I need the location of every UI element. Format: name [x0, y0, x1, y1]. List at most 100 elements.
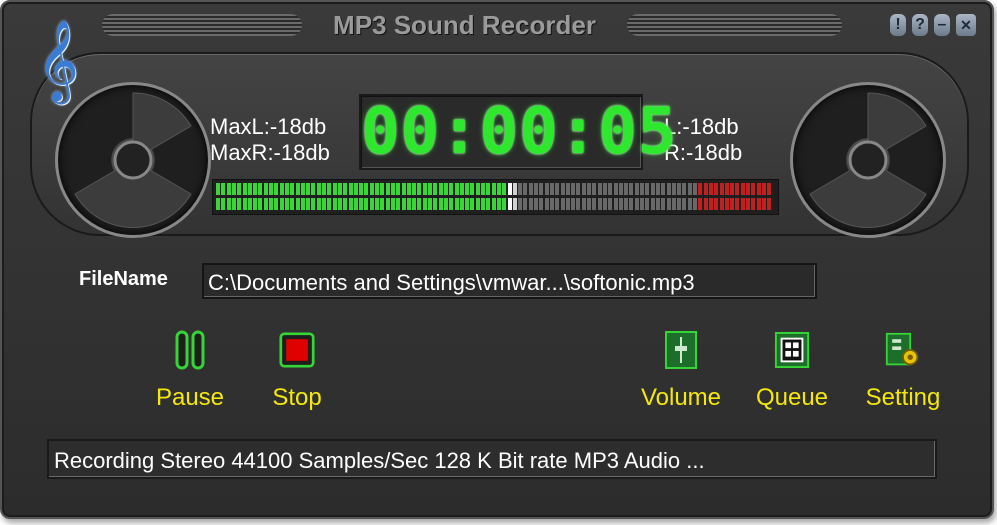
meter-segment [602, 183, 607, 195]
stop-button[interactable]: Stop [242, 330, 352, 412]
meter-segment [671, 183, 676, 195]
meter-segment [650, 198, 655, 210]
meter-segment [486, 183, 491, 195]
meter-segment [491, 198, 496, 210]
meter-segment [740, 183, 745, 195]
meter-segment [502, 198, 507, 210]
meter-segment [247, 183, 252, 195]
meter-segment [507, 198, 512, 210]
meter-segment [666, 183, 671, 195]
meter-segment [565, 183, 570, 195]
title-buttons: ! ? – ✕ [890, 14, 976, 36]
meter-segment [592, 198, 597, 210]
meter-segment [459, 198, 464, 210]
meter-segment [258, 198, 263, 210]
meter-segment [592, 183, 597, 195]
meter-segment [645, 183, 650, 195]
meter-segment [539, 198, 544, 210]
meter-segment [295, 198, 300, 210]
help-button[interactable]: ? [912, 14, 928, 36]
setting-label: Setting [865, 384, 941, 411]
minimize-button[interactable]: – [934, 14, 950, 36]
meter-segment [730, 198, 735, 210]
info-button[interactable]: ! [890, 14, 906, 36]
meter-segment [433, 183, 438, 195]
meter-segment [401, 183, 406, 195]
meter-segment [269, 183, 273, 195]
meter-segment [295, 183, 300, 195]
meter-segment [518, 183, 523, 195]
meter-segment [412, 183, 417, 195]
meter-segment [253, 198, 258, 210]
close-button[interactable]: ✕ [956, 14, 976, 36]
meter-segment [544, 183, 549, 195]
volume-button[interactable]: Volume [626, 330, 736, 412]
meter-segment [433, 198, 438, 210]
meter-segment [279, 198, 284, 210]
meter-segment [385, 198, 390, 210]
meter-segment [253, 183, 258, 195]
meter-segment [364, 198, 369, 210]
meter-segment [693, 183, 697, 195]
meter-segment [337, 183, 342, 195]
meter-segment [756, 183, 761, 195]
meter-segment [587, 183, 591, 195]
meter-segment [496, 183, 501, 195]
meter-segment [539, 183, 544, 195]
meter-segment [316, 198, 321, 210]
meter-segment [375, 198, 379, 210]
meter-segment [597, 183, 602, 195]
meter-segment [571, 183, 576, 195]
meter-segment [518, 198, 523, 210]
meter-segment [284, 198, 289, 210]
meter-segment [655, 198, 660, 210]
help-icon: ? [915, 16, 925, 33]
meter-segment [528, 183, 533, 195]
meter-segment [465, 183, 470, 195]
meter-segment [507, 183, 512, 195]
meter-segment [284, 183, 289, 195]
meter-segment [226, 183, 231, 195]
filename-field[interactable]: C:\Documents and Settings\vmwar...\softo… [202, 263, 817, 299]
meter-segment [682, 183, 687, 195]
elapsed-time: 00:00:05 [361, 95, 678, 169]
meter-segment [422, 198, 427, 210]
meter-segment [396, 198, 401, 210]
meter-segment [380, 183, 385, 195]
meter-segment [661, 198, 666, 210]
meter-segment [359, 198, 364, 210]
meter-segment [242, 183, 247, 195]
meter-segment [724, 183, 729, 195]
meter-segment [677, 198, 682, 210]
meter-segment [237, 198, 242, 210]
meter-segment [608, 183, 613, 195]
meter-segment [746, 198, 750, 210]
meter-segment [470, 198, 475, 210]
meter-segment [640, 198, 644, 210]
meter-segment [634, 183, 639, 195]
recorder-window: MP3 Sound Recorder ! ? – ✕ 𝄞 MaxL:-18db … [0, 0, 994, 519]
meter-segment [767, 183, 772, 195]
meter-segment [316, 183, 321, 195]
setting-button[interactable]: Setting [848, 330, 958, 412]
meter-segment [385, 183, 390, 195]
meter-segment [751, 198, 756, 210]
meter-segment [608, 198, 613, 210]
meter-segment [613, 198, 618, 210]
meter-segment [486, 198, 491, 210]
meter-segment [422, 183, 427, 195]
meter-segment [475, 183, 480, 195]
title-bar[interactable]: MP3 Sound Recorder ! ? – ✕ [2, 2, 992, 50]
meter-segment [369, 183, 374, 195]
queue-button[interactable]: Queue [737, 330, 847, 412]
pause-button[interactable]: Pause [135, 330, 245, 412]
meter-segment [300, 183, 305, 195]
meter-segment [258, 183, 263, 195]
meter-segment [502, 183, 507, 195]
meter-segment [417, 183, 422, 195]
close-icon: ✕ [960, 16, 972, 33]
meter-segment [348, 183, 353, 195]
meter-segment [571, 198, 576, 210]
meter-segment [496, 198, 501, 210]
window-title: MP3 Sound Recorder [333, 10, 596, 40]
